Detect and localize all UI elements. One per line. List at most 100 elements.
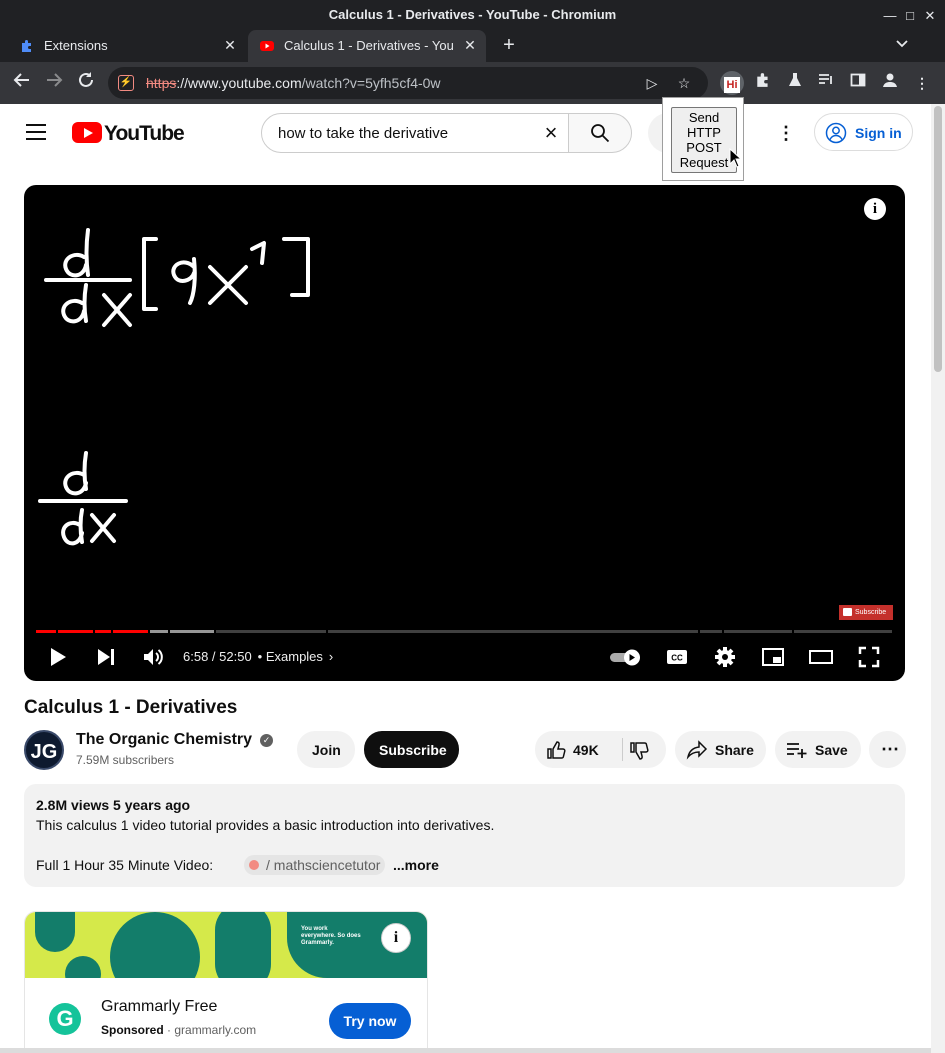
url-text: https://www.youtube.com/watch?v=5yfh5cf4…: [146, 75, 441, 91]
close-tab-icon[interactable]: ✕: [222, 37, 238, 53]
window-titlebar: Calculus 1 - Derivatives - YouTube - Chr…: [0, 0, 945, 30]
channel-name[interactable]: The Organic Chemistry Tutor: [76, 731, 256, 749]
miniplayer-icon[interactable]: [761, 645, 785, 669]
theater-mode-icon[interactable]: [809, 645, 833, 669]
search-query: how to take the derivative: [278, 125, 449, 142]
subscribe-button[interactable]: Subscribe: [364, 731, 459, 768]
chapter-divider: [148, 630, 150, 633]
player-controls: 6:58 / 52:50 • Examples › CC: [24, 637, 905, 677]
more-actions-button[interactable]: ⋯: [869, 731, 906, 768]
channel-link-chip[interactable]: / mathsciencetutor: [244, 855, 386, 875]
like-dislike-group: 49K: [535, 731, 666, 768]
guide-menu-icon[interactable]: [26, 124, 46, 140]
add-to-playlist-icon: [787, 743, 807, 758]
show-more-link[interactable]: ...more: [393, 857, 439, 873]
captions-icon[interactable]: CC: [665, 645, 689, 669]
subscriber-count: 7.59M subscribers: [76, 753, 175, 767]
flask-icon[interactable]: [783, 71, 807, 95]
channel-avatar[interactable]: JG: [24, 730, 64, 770]
forward-arrow-icon[interactable]: [42, 71, 66, 95]
progress-bar[interactable]: [36, 630, 892, 633]
tab-extensions[interactable]: Extensions ✕: [8, 30, 246, 62]
play-icon[interactable]: [46, 645, 70, 669]
back-arrow-icon[interactable]: [10, 71, 34, 95]
time-display: 6:58 / 52:50 • Examples ›: [183, 649, 334, 664]
side-panel-icon[interactable]: [846, 71, 870, 95]
tab-search-chevron-icon[interactable]: [892, 36, 912, 56]
mouse-cursor-icon: [729, 148, 743, 168]
close-tab-icon[interactable]: ✕: [462, 37, 478, 53]
ad-title[interactable]: Grammarly Free: [101, 998, 217, 1016]
page-scrollbar[interactable]: [931, 104, 945, 1053]
subscribe-watermark[interactable]: Subscribe: [839, 605, 893, 620]
youtube-play-icon: [72, 122, 102, 143]
grammarly-logo: G: [49, 1003, 81, 1035]
reload-icon[interactable]: [74, 71, 98, 95]
search-icon: [591, 124, 610, 143]
settings-kebab-icon[interactable]: ⋮: [776, 122, 796, 144]
search-button[interactable]: [568, 113, 632, 153]
dislike-thumb-icon[interactable]: [628, 740, 650, 762]
chapter-title[interactable]: • Examples: [258, 649, 323, 664]
media-queue-icon[interactable]: [814, 71, 838, 95]
video-info-icon[interactable]: i: [864, 198, 886, 220]
save-button[interactable]: Save: [775, 731, 861, 768]
description-box[interactable]: 2.8M views 5 years ago This calculus 1 v…: [24, 784, 905, 887]
extension-popup: Send HTTP POST Request: [662, 97, 744, 181]
description-text: Full 1 Hour 35 Minute Video:: [36, 857, 214, 873]
maximize-icon[interactable]: □: [902, 8, 918, 24]
ad-info-icon[interactable]: i: [381, 923, 411, 953]
video-player[interactable]: i Subscribe 6:58 / 52:50 • Examples › CC: [24, 185, 905, 681]
view-count-date: 2.8M views 5 years ago: [36, 797, 191, 813]
tab-youtube[interactable]: Calculus 1 - Derivatives - YouT ✕: [248, 30, 486, 62]
puzzle-icon: [22, 40, 31, 52]
clear-search-icon[interactable]: ×: [540, 122, 562, 144]
chapter-divider: [214, 630, 216, 633]
try-now-button[interactable]: Try now: [329, 1003, 411, 1039]
autoplay-toggle[interactable]: [608, 645, 644, 669]
sign-in-button[interactable]: Sign in: [814, 113, 913, 151]
chapter-chevron-icon[interactable]: ›: [329, 649, 333, 664]
more-horizontal-icon: ⋯: [881, 739, 899, 759]
video-title: Calculus 1 - Derivatives: [24, 697, 238, 718]
chapter-divider: [698, 630, 700, 633]
svg-text:CC: CC: [671, 654, 683, 663]
like-count[interactable]: 49K: [573, 742, 599, 758]
chapter-divider: [168, 630, 170, 633]
chapter-divider: [792, 630, 794, 633]
youtube-favicon-icon: [260, 41, 274, 51]
new-tab-button[interactable]: +: [498, 34, 520, 56]
join-button[interactable]: Join: [297, 731, 355, 768]
send-icon[interactable]: ▷: [640, 71, 664, 95]
youtube-header: YouTube how to take the derivative × ⋮ S…: [0, 104, 931, 162]
settings-gear-icon[interactable]: [713, 645, 737, 669]
account-icon: [825, 122, 847, 144]
not-secure-icon[interactable]: ⚡: [118, 75, 134, 91]
ad-sponsor-line: Sponsored · grammarly.com: [101, 1023, 257, 1037]
browser-toolbar: ⚡ https://www.youtube.com/watch?v=5yfh5c…: [0, 62, 945, 104]
hi-extension-icon[interactable]: Hi: [720, 71, 744, 95]
send-post-request-button[interactable]: Send HTTP POST Request: [671, 107, 737, 173]
share-button[interactable]: Share: [675, 731, 766, 768]
video-frame-handwriting: [38, 228, 310, 546]
profile-icon[interactable]: [878, 71, 902, 95]
volume-icon[interactable]: [141, 645, 165, 669]
description-text: This calculus 1 video tutorial provides …: [36, 817, 495, 833]
ad-card[interactable]: You work everywhere. So does Grammarly. …: [24, 911, 428, 1053]
next-video-icon[interactable]: [94, 645, 118, 669]
bookmark-star-icon[interactable]: ☆: [672, 71, 696, 95]
scrollbar-thumb[interactable]: [934, 106, 942, 372]
chapter-divider: [111, 630, 113, 633]
tab-label: Calculus 1 - Derivatives - YouT: [284, 38, 454, 53]
close-window-icon[interactable]: ✕: [922, 8, 938, 24]
minimize-icon[interactable]: —: [882, 8, 898, 24]
address-bar[interactable]: ⚡ https://www.youtube.com/watch?v=5yfh5c…: [108, 67, 708, 99]
browser-menu-icon[interactable]: ⋮: [910, 71, 934, 95]
chapter-divider: [326, 630, 328, 633]
chapter-divider: [722, 630, 724, 633]
extensions-puzzle-icon[interactable]: [751, 71, 775, 95]
ad-banner[interactable]: You work everywhere. So does Grammarly. …: [25, 912, 427, 978]
search-input[interactable]: how to take the derivative ×: [261, 113, 569, 153]
fullscreen-icon[interactable]: [857, 645, 881, 669]
like-thumb-icon[interactable]: [545, 739, 567, 761]
